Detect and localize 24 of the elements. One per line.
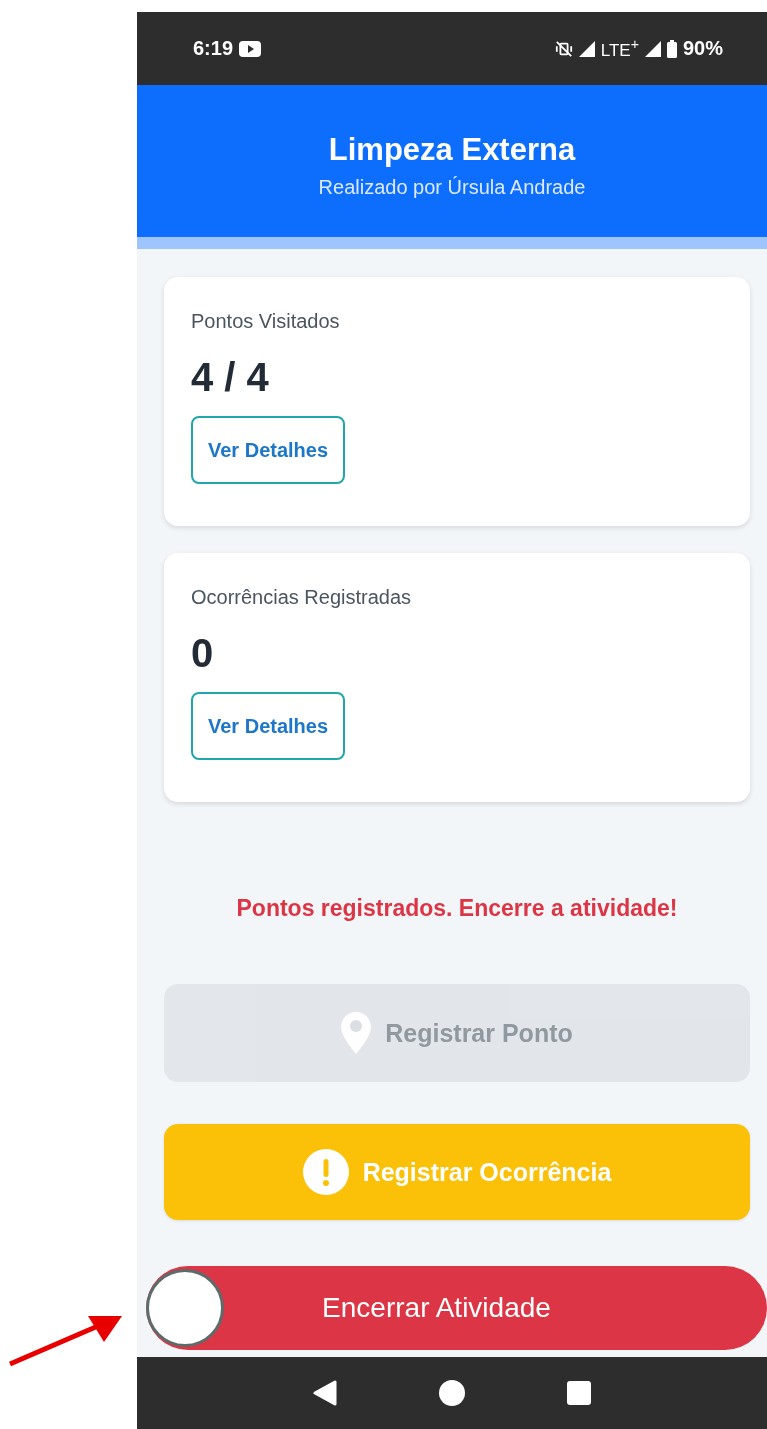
signal-icon [578,40,595,57]
location-pin-icon [341,1012,372,1054]
video-icon [239,40,262,57]
vibrate-off-icon [554,39,573,58]
card-label: Ocorrências Registradas [191,586,412,609]
card-label: Pontos Visitados [191,310,340,333]
back-icon [313,1380,337,1406]
slide-to-end-slider[interactable]: Encerrar Atividade [146,1266,767,1350]
clock: 6:19 [193,37,234,60]
battery-icon [666,39,677,58]
signal-icon [644,40,661,57]
exclamation-icon [302,1149,349,1195]
home-icon [439,1380,465,1406]
details-button[interactable]: Ver Detalhes [191,416,346,484]
slider-label: Encerrar Atividade [322,1292,551,1324]
card-value: 4 / 4 [191,355,269,400]
alert-message: Pontos registrados. Encerre a atividade! [235,895,679,922]
battery-percent: 90% [682,37,723,60]
page-title: Limpeza Externa [328,131,576,168]
page-subtitle: Realizado por Úrsula Andrade [318,175,586,199]
details-button[interactable]: Ver Detalhes [191,692,346,760]
recents-icon [567,1381,591,1405]
card-value: 0 [191,631,214,676]
network-type: LTE$^{+}$ [600,36,639,61]
